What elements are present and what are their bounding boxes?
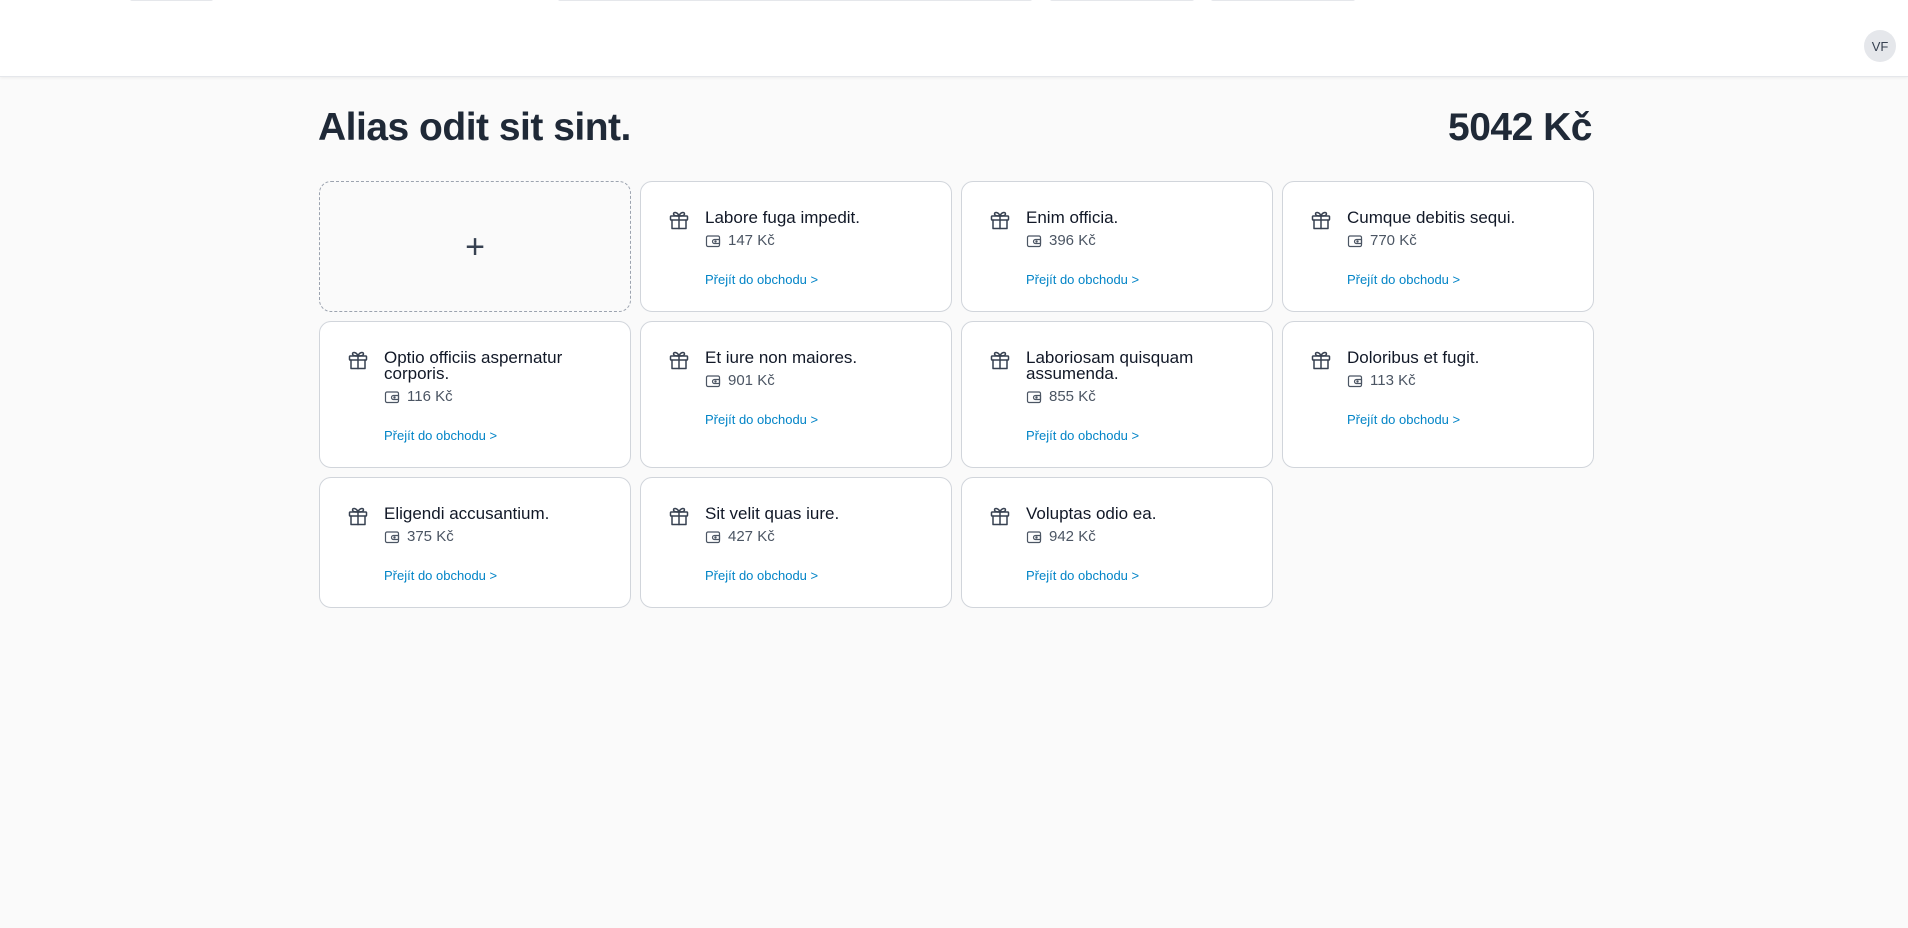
wish-item-info: Enim officia. 396 Kč Přejít do obchodu > — [1026, 206, 1139, 287]
wish-item-price-row: 901 Kč — [705, 372, 857, 389]
wish-item-card[interactable]: Enim officia. 396 Kč Přejít do obchodu > — [961, 181, 1273, 312]
go-to-shop-link[interactable]: Přejít do obchodu > — [1347, 272, 1515, 287]
go-to-shop-link[interactable]: Přejít do obchodu > — [384, 568, 549, 583]
wish-item-price: 375 Kč — [407, 528, 454, 545]
wish-item-name: Cumque debitis sequi. — [1347, 208, 1516, 227]
go-to-shop-link[interactable]: Přejít do obchodu > — [1026, 428, 1246, 443]
wish-item-price: 116 Kč — [407, 388, 453, 405]
nav-tab-stub[interactable] — [130, 0, 213, 1]
wish-item-price-row: 375 Kč — [384, 528, 549, 545]
top-navigation-bar: VF — [0, 0, 1908, 77]
wish-item-price-row: 855 Kč — [1026, 388, 1246, 405]
wish-item-name: Eligendi accusantium. — [384, 504, 550, 523]
gift-icon — [990, 211, 1010, 230]
nav-button-stub[interactable] — [1050, 0, 1194, 1]
wish-item-card[interactable]: Laboriosam quisquam assumenda. 855 Kč Př… — [961, 321, 1273, 468]
gift-icon — [348, 507, 368, 526]
wish-item-price: 396 Kč — [1049, 232, 1096, 249]
wish-item-info: Et iure non maiores. 901 Kč Přejít do ob… — [705, 346, 857, 443]
go-to-shop-link[interactable]: Přejít do obchodu > — [1347, 412, 1479, 427]
gift-icon — [1311, 211, 1331, 230]
wish-item-price: 427 Kč — [728, 528, 775, 545]
wish-item-price-row: 942 Kč — [1026, 528, 1156, 545]
wish-item-card[interactable]: Et iure non maiores. 901 Kč Přejít do ob… — [640, 321, 952, 468]
go-to-shop-link[interactable]: Přejít do obchodu > — [705, 272, 860, 287]
gift-icon — [990, 351, 1010, 370]
wallet-icon — [1026, 234, 1042, 247]
go-to-shop-link[interactable]: Přejít do obchodu > — [1026, 568, 1156, 583]
wish-item-name: Sit velit quas iure. — [705, 504, 840, 523]
wish-item-info: Doloribus et fugit. 113 Kč Přejít do obc… — [1347, 346, 1479, 443]
wish-item-name: Doloribus et fugit. — [1347, 348, 1480, 367]
wallet-icon — [705, 374, 721, 387]
wish-item-info: Laboriosam quisquam assumenda. 855 Kč Př… — [1026, 346, 1246, 443]
wish-item-price: 942 Kč — [1049, 528, 1096, 545]
wish-item-info: Voluptas odio ea. 942 Kč Přejít do obcho… — [1026, 502, 1156, 583]
nav-button-stub[interactable] — [1211, 0, 1355, 1]
gift-icon — [669, 351, 689, 370]
wish-item-name: Optio officiis aspernatur corporis. — [384, 348, 563, 383]
wish-item-price: 901 Kč — [728, 372, 775, 389]
wish-item-card[interactable]: Cumque debitis sequi. 770 Kč Přejít do o… — [1282, 181, 1594, 312]
wish-item-card[interactable]: Voluptas odio ea. 942 Kč Přejít do obcho… — [961, 477, 1273, 608]
wish-item-info: Cumque debitis sequi. 770 Kč Přejít do o… — [1347, 206, 1515, 287]
wallet-icon — [1026, 530, 1042, 543]
go-to-shop-link[interactable]: Přejít do obchodu > — [705, 412, 857, 427]
wallet-icon — [1347, 234, 1363, 247]
search-input-stub[interactable] — [558, 0, 1032, 1]
wish-item-card[interactable]: Eligendi accusantium. 375 Kč Přejít do o… — [319, 477, 631, 608]
wallet-icon — [384, 530, 400, 543]
wish-item-name: Labore fuga impedit. — [705, 208, 860, 227]
wish-item-price-row: 113 Kč — [1347, 372, 1479, 389]
total-price: 5042 Kč — [1448, 106, 1592, 149]
add-item-card[interactable]: + — [319, 181, 631, 312]
wish-item-price: 770 Kč — [1370, 232, 1417, 249]
wish-item-info: Sit velit quas iure. 427 Kč Přejít do ob… — [705, 502, 839, 583]
gift-icon — [669, 507, 689, 526]
wish-item-name: Enim officia. — [1026, 208, 1119, 227]
wish-item-card[interactable]: Sit velit quas iure. 427 Kč Přejít do ob… — [640, 477, 952, 608]
wallet-icon — [1347, 374, 1363, 387]
go-to-shop-link[interactable]: Přejít do obchodu > — [1026, 272, 1139, 287]
wish-item-price-row: 427 Kč — [705, 528, 839, 545]
wallet-icon — [1026, 390, 1042, 403]
wish-item-price: 113 Kč — [1370, 372, 1416, 389]
go-to-shop-link[interactable]: Přejít do obchodu > — [705, 568, 839, 583]
go-to-shop-link[interactable]: Přejít do obchodu > — [384, 428, 604, 443]
wish-item-name: Et iure non maiores. — [705, 348, 858, 367]
wish-item-price-row: 396 Kč — [1026, 232, 1139, 249]
wish-item-name: Laboriosam quisquam assumenda. — [1026, 348, 1194, 383]
plus-icon: + — [465, 227, 485, 266]
wish-item-card[interactable]: Optio officiis aspernatur corporis. 116 … — [319, 321, 631, 468]
wish-item-info: Eligendi accusantium. 375 Kč Přejít do o… — [384, 502, 549, 583]
user-avatar[interactable]: VF — [1864, 30, 1896, 62]
wallet-icon — [705, 530, 721, 543]
gift-icon — [669, 211, 689, 230]
wishlist-grid: + Labore fuga impedit. 147 Kč Přejít do … — [319, 181, 1594, 608]
wish-item-price: 147 Kč — [728, 232, 775, 249]
wish-item-price-row: 147 Kč — [705, 232, 860, 249]
wish-item-info: Optio officiis aspernatur corporis. 116 … — [384, 346, 604, 443]
wish-item-card[interactable]: Labore fuga impedit. 147 Kč Přejít do ob… — [640, 181, 952, 312]
wallet-icon — [384, 390, 400, 403]
gift-icon — [1311, 351, 1331, 370]
gift-icon — [990, 507, 1010, 526]
wallet-icon — [705, 234, 721, 247]
gift-icon — [348, 351, 368, 370]
wish-item-price: 855 Kč — [1049, 388, 1096, 405]
wish-item-price-row: 770 Kč — [1347, 232, 1515, 249]
wish-item-name: Voluptas odio ea. — [1026, 504, 1157, 523]
wish-item-price-row: 116 Kč — [384, 388, 604, 405]
page-title: Alias odit sit sint. — [318, 106, 631, 149]
wish-item-card[interactable]: Doloribus et fugit. 113 Kč Přejít do obc… — [1282, 321, 1594, 468]
wish-item-info: Labore fuga impedit. 147 Kč Přejít do ob… — [705, 206, 860, 287]
